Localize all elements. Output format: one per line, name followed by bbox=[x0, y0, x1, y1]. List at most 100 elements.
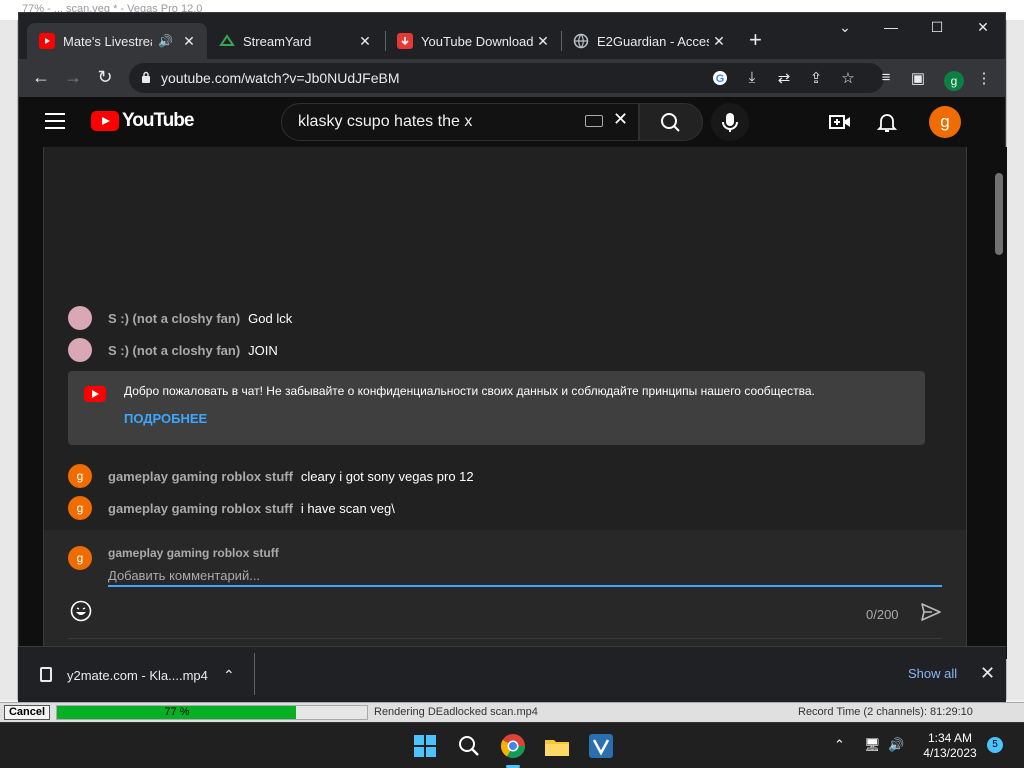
composer-author: gameplay gaming roblox stuff bbox=[108, 546, 279, 560]
search-icon[interactable] bbox=[454, 731, 484, 761]
chevron-up-icon[interactable]: ⌃ bbox=[223, 667, 235, 684]
vegas-pro-icon[interactable] bbox=[586, 731, 616, 761]
tab-streamyard[interactable]: StreamYard ✕ bbox=[207, 23, 383, 59]
emoji-icon[interactable] bbox=[70, 600, 92, 622]
tab-mates-livestream[interactable]: Mate's Livestream 🔊 ✕ bbox=[27, 23, 207, 59]
chat-author[interactable]: gameplay gaming roblox stuff bbox=[108, 469, 293, 484]
network-icon[interactable]: 🖥 bbox=[864, 737, 881, 753]
translate-icon[interactable]: ⇄ bbox=[775, 69, 793, 87]
chat-message[interactable]: g gameplay gaming roblox stuff i have sc… bbox=[68, 496, 395, 520]
tab-strip: Mate's Livestream 🔊 ✕ StreamYard ✕ YouTu… bbox=[19, 13, 1005, 59]
globe-icon bbox=[573, 33, 589, 49]
chat-composer: g gameplay gaming roblox stuff 0/200 Скр… bbox=[44, 530, 966, 657]
svg-text:G: G bbox=[716, 73, 725, 85]
tab-search-chevron-icon[interactable]: ⌄ bbox=[825, 19, 865, 36]
file-icon bbox=[40, 667, 52, 682]
streamyard-icon bbox=[219, 33, 235, 49]
author-avatar[interactable]: g bbox=[68, 496, 92, 520]
chat-author[interactable]: S :) (not a closhy fan) bbox=[108, 343, 240, 358]
clock-date: 4/13/2023 bbox=[923, 746, 977, 760]
account-avatar[interactable]: g bbox=[929, 106, 961, 138]
search-button[interactable] bbox=[639, 103, 703, 141]
address-bar[interactable]: youtube.com/watch?v=Jb0NUdJFeBM bbox=[129, 63, 884, 93]
tab-e2guardian[interactable]: E2Guardian - Access ✕ bbox=[561, 23, 737, 59]
welcome-banner: Добро пожаловать в чат! Не забывайте о к… bbox=[68, 371, 925, 445]
learn-more-link[interactable]: ПОДРОБНЕЕ bbox=[124, 411, 207, 426]
chat-author[interactable]: gameplay gaming roblox stuff bbox=[108, 501, 293, 516]
tab-close-icon[interactable]: ✕ bbox=[709, 33, 729, 50]
tab-youtube-downloader[interactable]: YouTube Downloader ✕ bbox=[385, 23, 561, 59]
notifications-bell-icon[interactable] bbox=[876, 111, 898, 133]
author-avatar[interactable] bbox=[68, 338, 92, 362]
downloads-bar: y2mate.com - Kla....mp4 ⌃ Show all ✕ bbox=[18, 646, 1006, 702]
audio-playing-icon[interactable]: 🔊 bbox=[158, 34, 173, 48]
back-arrow-icon[interactable]: ← bbox=[29, 67, 53, 88]
render-progress-bar: 77 % bbox=[56, 705, 368, 720]
chrome-window: Mate's Livestream 🔊 ✕ StreamYard ✕ YouTu… bbox=[18, 12, 1007, 702]
scrollbar-thumb[interactable] bbox=[995, 173, 1003, 255]
chat-author[interactable]: S :) (not a closhy fan) bbox=[108, 311, 240, 326]
youtube-icon bbox=[39, 33, 55, 49]
close-window-button[interactable]: ✕ bbox=[963, 19, 1003, 36]
send-icon[interactable] bbox=[920, 602, 942, 622]
welcome-text: Добро пожаловать в чат! Не забывайте о к… bbox=[124, 384, 815, 398]
tab-title: StreamYard bbox=[243, 33, 312, 49]
tab-title: E2Guardian - Access bbox=[597, 33, 709, 49]
install-app-icon[interactable]: ⤓ bbox=[743, 69, 761, 87]
side-panel-icon[interactable]: ▣ bbox=[909, 69, 927, 87]
clock-time: 1:34 AM bbox=[927, 731, 973, 745]
youtube-header: YouTube klasky csupo hates the x ✕ g bbox=[19, 97, 1005, 147]
bookmark-star-icon[interactable]: ☆ bbox=[839, 69, 857, 87]
youtube-logo[interactable]: YouTube bbox=[91, 110, 194, 132]
media-control-icon[interactable]: ≡ bbox=[877, 69, 895, 87]
file-explorer-icon[interactable] bbox=[542, 731, 572, 761]
keyboard-icon[interactable] bbox=[585, 115, 603, 127]
progress-percent: 77 % bbox=[164, 706, 190, 718]
more-menu-icon[interactable]: ⋮ bbox=[975, 69, 993, 87]
chat-text: cleary i got sony vegas pro 12 bbox=[300, 468, 474, 484]
tab-close-icon[interactable]: ✕ bbox=[355, 33, 375, 50]
windows-start-icon[interactable] bbox=[410, 731, 440, 761]
record-time-text: Record Time (2 channels): 81:29:10 bbox=[798, 706, 973, 718]
forward-arrow-icon[interactable]: → bbox=[61, 67, 85, 88]
chat-message[interactable]: S :) (not a closhy fan) God lck bbox=[68, 306, 292, 330]
show-all-button[interactable]: Show all bbox=[908, 666, 957, 681]
clear-search-icon[interactable]: ✕ bbox=[613, 109, 628, 130]
vegas-left-panel bbox=[0, 20, 18, 700]
author-avatar[interactable] bbox=[68, 306, 92, 330]
divider bbox=[254, 653, 255, 695]
profile-avatar[interactable]: g bbox=[944, 71, 964, 91]
character-counter: 0/200 bbox=[866, 607, 899, 622]
create-video-icon[interactable] bbox=[829, 111, 851, 133]
google-lens-icon[interactable]: G bbox=[711, 69, 729, 87]
show-hidden-icons-chevron-icon[interactable]: ⌃ bbox=[834, 737, 845, 753]
render-status-text: Rendering DEadlocked scan.mp4 bbox=[374, 706, 538, 718]
chat-message[interactable]: g gameplay gaming roblox stuff cleary i … bbox=[68, 464, 474, 488]
windows-taskbar: ⌃ 🖥 🔊 1:34 AM 4/13/2023 5 bbox=[0, 722, 1024, 768]
share-icon[interactable]: ⇪ bbox=[807, 69, 825, 87]
voice-search-button[interactable] bbox=[711, 103, 749, 141]
author-avatar[interactable]: g bbox=[68, 464, 92, 488]
hamburger-menu-icon[interactable] bbox=[45, 113, 65, 129]
microphone-icon bbox=[722, 113, 738, 132]
reload-icon[interactable]: ↻ bbox=[93, 67, 117, 88]
minimize-button[interactable]: — bbox=[871, 19, 911, 35]
chat-message[interactable]: S :) (not a closhy fan) JOIN bbox=[68, 338, 278, 362]
page-scrollbar[interactable] bbox=[991, 147, 1007, 659]
download-filename[interactable]: y2mate.com - Kla....mp4 bbox=[67, 668, 208, 683]
comment-input[interactable] bbox=[108, 565, 942, 587]
close-downloads-icon[interactable]: ✕ bbox=[980, 663, 995, 684]
clock[interactable]: 1:34 AM 4/13/2023 bbox=[918, 731, 982, 761]
notification-badge[interactable]: 5 bbox=[987, 737, 1003, 753]
tab-close-icon[interactable]: ✕ bbox=[179, 33, 199, 50]
volume-icon[interactable]: 🔊 bbox=[888, 737, 904, 753]
maximize-button[interactable]: ☐ bbox=[917, 19, 957, 36]
chrome-icon[interactable] bbox=[498, 731, 528, 761]
search-icon bbox=[661, 113, 680, 132]
tab-title: Mate's Livestream bbox=[63, 33, 152, 49]
youtube-logo-text: YouTube bbox=[122, 110, 194, 131]
live-chat-panel: S :) (not a closhy fan) God lck S :) (no… bbox=[43, 147, 967, 657]
tab-close-icon[interactable]: ✕ bbox=[533, 33, 553, 50]
cancel-render-button[interactable]: Cancel bbox=[4, 705, 50, 720]
new-tab-button[interactable]: + bbox=[749, 27, 762, 53]
